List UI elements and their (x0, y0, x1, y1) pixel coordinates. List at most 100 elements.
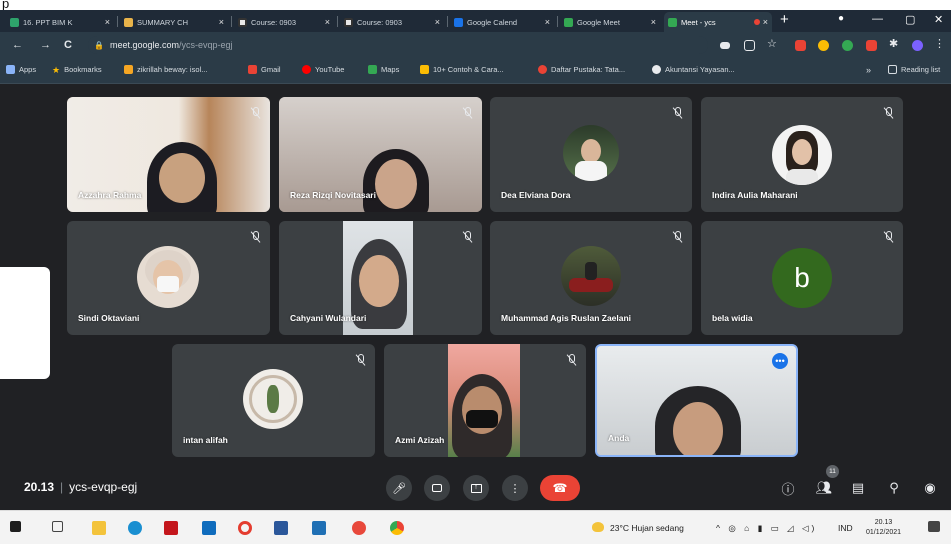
participant-face (375, 159, 417, 209)
activities-button[interactable]: ⚲ (884, 478, 904, 498)
forward-button[interactable]: → (40, 39, 51, 51)
file-explorer-icon[interactable] (92, 521, 106, 535)
minimize-button[interactable]: — (872, 13, 883, 25)
video-feed (448, 344, 520, 457)
participant-face (673, 402, 723, 455)
meet-icon (668, 17, 677, 27)
participant-tile[interactable]: Indira Aulia Maharani (701, 97, 903, 212)
people-button[interactable]: 👥︎ (814, 478, 834, 498)
bookmark-link[interactable]: Daftar Pustaka: Tata... (538, 65, 625, 74)
pdf-extension-icon[interactable] (795, 40, 806, 51)
mic-off-icon (672, 107, 682, 119)
app-icon[interactable] (312, 521, 326, 535)
browser-tab[interactable]: SUMMARY CH × (120, 12, 228, 32)
chat-icon: ▤ (851, 480, 865, 495)
mail-icon[interactable] (202, 521, 216, 535)
meeting-code: ycs-evqp-egj (69, 480, 138, 494)
close-icon[interactable]: × (763, 17, 768, 27)
participant-tile[interactable]: Azmi Azizah (384, 344, 586, 457)
close-icon[interactable]: × (219, 17, 224, 27)
bookmark-apps[interactable]: Apps (6, 65, 36, 74)
bookmark-gmail[interactable]: Gmail (248, 65, 281, 74)
profile-icon[interactable]: ● (838, 13, 844, 24)
participant-tile[interactable]: Muhammad Agis Ruslan Zaelani (490, 221, 692, 335)
tab-favicon-icon (344, 17, 353, 27)
share-icon[interactable] (744, 40, 755, 51)
maximize-button[interactable]: ▢ (905, 13, 915, 26)
bookmark-bookmarks[interactable]: ★ Bookmarks (52, 65, 102, 75)
tab-label: Google Calend (467, 17, 518, 27)
language-indicator[interactable]: IND (838, 523, 853, 533)
chat-button[interactable]: ▤ (848, 478, 868, 498)
camera-button[interactable] (424, 475, 450, 501)
browser-tab-bar: 16. PPT BIM K × SUMMARY CH × Course: 090… (0, 10, 951, 32)
bookmark-youtube[interactable]: YouTube (302, 65, 344, 74)
bookmark-link[interactable]: Akuntansi Yayasan... (652, 65, 735, 74)
browser-tab[interactable]: Google Meet × (560, 12, 660, 32)
mic-off-icon (462, 231, 472, 243)
close-icon[interactable]: × (325, 17, 330, 27)
puzzle-icon[interactable]: ✱ (889, 37, 900, 50)
host-controls-button[interactable]: ◉ (920, 478, 940, 498)
browser-tab[interactable]: Course: 0903 × (234, 12, 334, 32)
chrome-icon[interactable] (390, 521, 404, 535)
opera-icon[interactable] (238, 521, 252, 535)
leave-call-button[interactable]: ☎︎ (540, 475, 580, 501)
close-icon[interactable]: × (651, 17, 656, 27)
tab-favicon-icon (238, 17, 247, 27)
close-icon[interactable]: × (435, 17, 440, 27)
present-button[interactable]: ↑ (463, 475, 489, 501)
reload-button[interactable]: C (64, 39, 72, 51)
new-tab-button[interactable]: + (780, 12, 789, 27)
close-icon[interactable]: × (545, 17, 550, 27)
participant-tile[interactable]: Cahyani Wulandari (279, 221, 482, 335)
extension-icon[interactable] (842, 40, 853, 51)
start-icon[interactable] (10, 521, 21, 532)
more-vert-icon: ⋮ (509, 482, 521, 495)
bookmark-link[interactable]: zikrillah beway: isol... (124, 65, 207, 74)
taskbar-clock[interactable]: 20.13 01/12/2021 (866, 518, 901, 538)
participant-tile[interactable]: Azzahra Rahma (67, 97, 270, 212)
profile-avatar-icon[interactable] (912, 40, 923, 51)
participant-tile[interactable]: Dea Elviana Dora (490, 97, 692, 212)
camera-indicator-icon[interactable] (720, 42, 730, 49)
meeting-info-button[interactable]: ⓘ (778, 478, 798, 498)
more-options-button[interactable]: ⋮ (502, 475, 528, 501)
star-icon[interactable]: ☆ (767, 37, 778, 50)
browser-tab[interactable]: Google Calend × (450, 12, 554, 32)
weather-icon[interactable] (592, 522, 604, 532)
browser-tab[interactable]: Course: 0903 × (340, 12, 444, 32)
reading-list-button[interactable]: Reading list (888, 65, 940, 74)
browser-tab-active[interactable]: Meet - ycs × (664, 12, 772, 32)
edge-icon[interactable] (128, 521, 142, 535)
back-button[interactable]: ← (12, 39, 23, 51)
menu-icon[interactable]: ⋮ (934, 37, 945, 50)
system-tray-icons[interactable]: ^ ◎ ⌂ ▮ ▭ ◿ ◁) (716, 523, 817, 534)
weather-text[interactable]: 23°C Hujan sedang (610, 523, 684, 533)
participant-tile[interactable]: Sindi Oktaviani (67, 221, 270, 335)
app-icon[interactable] (352, 521, 366, 535)
tab-label: Meet - ycs (681, 17, 716, 27)
task-view-icon[interactable] (52, 521, 63, 532)
extension-icon[interactable] (866, 40, 877, 51)
extension-icon[interactable] (818, 40, 829, 51)
app-icon[interactable] (164, 521, 178, 535)
mic-off-icon (883, 231, 893, 243)
url-field[interactable]: 🔒 meet.google.com/ycs-evqp-egj (88, 36, 708, 54)
url-path: /ycs-evqp-egj (179, 40, 233, 50)
notifications-icon[interactable] (928, 521, 940, 532)
participant-tile[interactable]: intan alifah (172, 344, 375, 457)
close-icon[interactable]: × (105, 17, 110, 27)
browser-tab[interactable]: 16. PPT BIM K × (6, 12, 114, 32)
microphone-button[interactable]: 🎤︎ (386, 475, 412, 501)
participant-tile[interactable]: b bela widia (701, 221, 903, 335)
self-view-tile[interactable]: ••• Anda (595, 344, 798, 457)
word-icon[interactable] (274, 521, 288, 535)
more-options-icon[interactable]: ••• (772, 353, 788, 369)
participant-avatar (561, 246, 621, 306)
close-window-button[interactable]: ✕ (934, 13, 943, 26)
bookmarks-overflow-button[interactable]: » (866, 65, 871, 75)
participant-tile[interactable]: Reza Rizqi Novitasari (279, 97, 482, 212)
bookmark-maps[interactable]: Maps (368, 65, 399, 74)
bookmark-link[interactable]: 10+ Contoh & Cara... (420, 65, 504, 74)
